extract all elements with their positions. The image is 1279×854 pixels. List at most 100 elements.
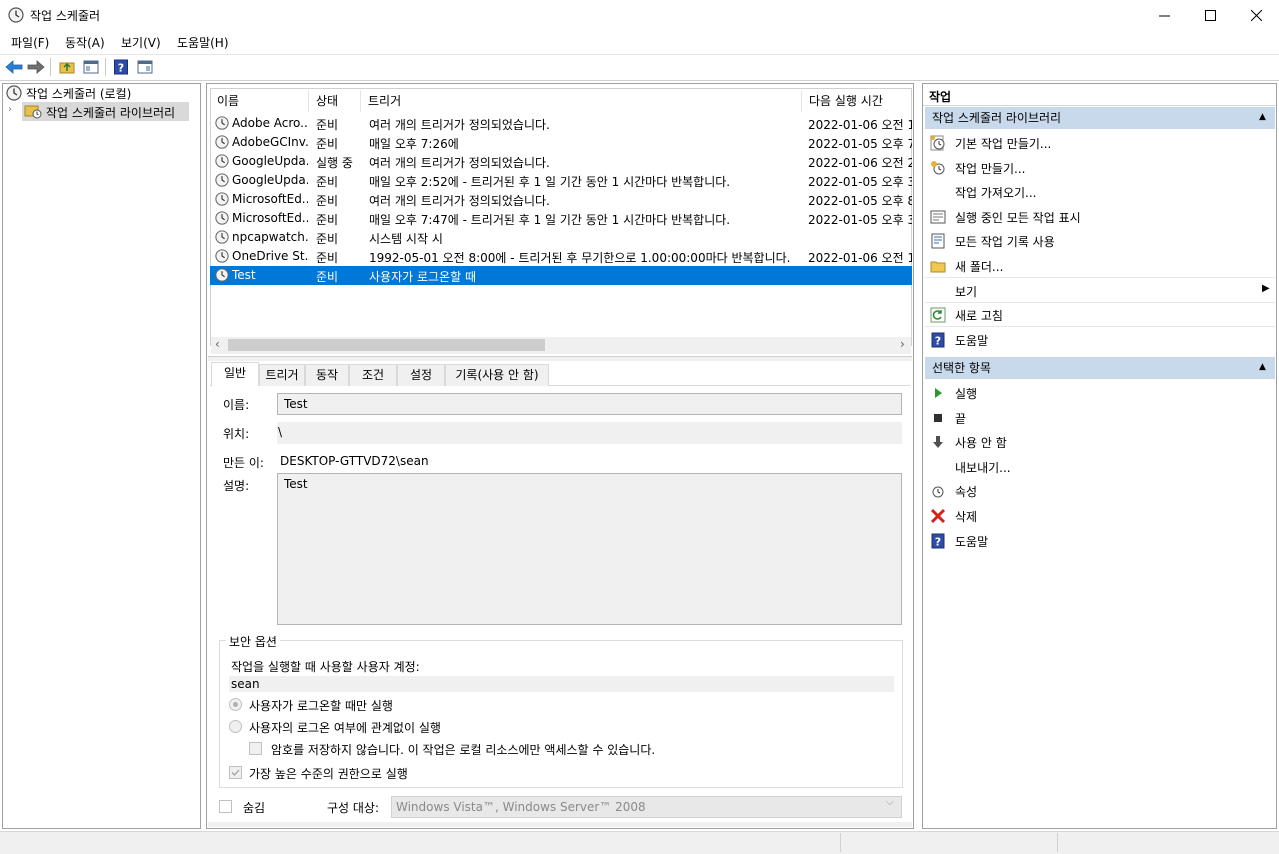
tree-root[interactable]: 작업 스케줄러 (로컬) xyxy=(26,85,131,102)
action-item[interactable]: 모든 작업 기록 사용 xyxy=(925,229,1275,253)
action-item[interactable]: 보기 xyxy=(925,279,1275,303)
tab-conditions[interactable]: 조건 xyxy=(349,364,397,386)
show-hide-tree-button[interactable] xyxy=(81,57,101,77)
task-next-run: 2022-01-06 오전 1 xyxy=(808,118,912,132)
create-task-icon xyxy=(930,160,946,176)
chevron-down-icon: ⌵ xyxy=(886,797,894,808)
folder-icon xyxy=(930,258,946,274)
task-row[interactable]: MicrosoftEd... 준비 매일 오후 7:47에 - 트리거된 후 1 일… xyxy=(210,209,912,228)
minimize-icon xyxy=(1158,15,1170,16)
hidden-checkbox[interactable] xyxy=(219,800,232,813)
action-item[interactable]: 실행 중인 모든 작업 표시 xyxy=(925,205,1275,229)
tab-actions[interactable]: 동작 xyxy=(305,364,349,386)
show-hide-action-pane-button[interactable] xyxy=(135,57,155,77)
task-next-run: 2022-01-06 오전 1 xyxy=(808,251,912,265)
action-item[interactable]: ? 도움말 xyxy=(925,529,1275,553)
task-row[interactable]: MicrosoftEd... 준비 여러 개의 트리거가 정의되었습니다. 2022-… xyxy=(210,190,912,209)
task-row[interactable]: Adobe Acro... 준비 여러 개의 트리거가 정의되었습니다. 2022-0… xyxy=(210,114,912,133)
maximize-button[interactable] xyxy=(1187,0,1233,30)
menu-file[interactable]: 파일(F) xyxy=(11,34,49,51)
menu-view[interactable]: 보기(V) xyxy=(121,34,161,51)
task-trigger: 여러 개의 트리거가 정의되었습니다. xyxy=(369,156,550,170)
column-status[interactable]: 상태 xyxy=(310,90,361,112)
task-status: 준비 xyxy=(316,232,339,246)
highest-privileges-checkbox[interactable] xyxy=(229,766,242,779)
close-button[interactable] xyxy=(1233,0,1279,30)
action-label: 실행 xyxy=(955,387,978,401)
scroll-right-icon[interactable]: › xyxy=(900,337,905,351)
action-item[interactable]: 작업 만들기... xyxy=(925,156,1275,180)
svg-text:?: ? xyxy=(935,535,941,548)
clock-icon xyxy=(215,116,229,133)
task-row[interactable]: AdobeGCInv... 준비 매일 오후 7:26에 2022-01-05 오후 … xyxy=(210,133,912,152)
action-item[interactable]: 내보내기... xyxy=(925,455,1275,479)
action-item[interactable]: 사용 안 함 xyxy=(925,430,1275,454)
scroll-left-icon[interactable]: ‹ xyxy=(215,337,220,351)
minimize-button[interactable] xyxy=(1141,0,1187,30)
task-row[interactable]: GoogleUpda... 준비 매일 오후 2:52에 - 트리거된 후 1 일 … xyxy=(210,171,912,190)
column-name[interactable]: 이름 xyxy=(211,90,309,112)
task-name: GoogleUpda... xyxy=(232,154,308,168)
back-button[interactable] xyxy=(4,57,24,77)
scrollbar-thumb[interactable] xyxy=(228,339,545,351)
help-toolbar-button[interactable]: ? xyxy=(111,57,131,77)
tab-history[interactable]: 기록(사용 안 함) xyxy=(445,364,549,386)
radio-whether-logged-on[interactable] xyxy=(229,720,242,733)
task-name: AdobeGCInv... xyxy=(232,135,308,149)
collapse-icon[interactable]: ▲ xyxy=(1259,362,1266,372)
collapse-icon[interactable]: ▲ xyxy=(1259,112,1266,122)
action-item[interactable]: 끝 xyxy=(925,406,1275,430)
up-folder-button[interactable] xyxy=(57,57,77,77)
task-trigger: 여러 개의 트리거가 정의되었습니다. xyxy=(369,118,550,132)
task-folder-icon xyxy=(24,105,42,119)
action-item[interactable]: 작업 가져오기... xyxy=(925,180,1275,204)
tab-triggers[interactable]: 트리거 xyxy=(259,364,305,386)
no-password-checkbox[interactable] xyxy=(249,742,262,755)
forward-button[interactable] xyxy=(26,57,46,77)
action-label: 사용 안 함 xyxy=(955,436,1007,451)
section-selected-header[interactable]: 선택한 항목 xyxy=(925,357,1275,379)
security-options-title: 보안 옵션 xyxy=(226,633,280,650)
menu-help[interactable]: 도움말(H) xyxy=(177,34,229,51)
svg-text:?: ? xyxy=(118,62,124,75)
action-item[interactable]: 새 폴더... xyxy=(925,254,1275,278)
task-name: npcapwatch... xyxy=(232,230,308,244)
history-icon xyxy=(930,233,946,249)
radio-logged-on-only[interactable] xyxy=(229,698,242,711)
description-field[interactable]: Test xyxy=(277,473,902,625)
tab-general[interactable]: 일반 xyxy=(211,362,259,386)
action-item[interactable]: 새로 고침 xyxy=(925,303,1275,328)
column-next-run[interactable]: 다음 실행 시간 xyxy=(803,90,911,112)
action-item[interactable]: 삭제 xyxy=(925,504,1275,528)
task-name: Adobe Acro... xyxy=(232,116,308,130)
name-field[interactable]: Test xyxy=(277,393,902,415)
properties-icon xyxy=(930,483,946,499)
action-item[interactable]: 실행 xyxy=(925,381,1275,405)
action-label: 도움말 xyxy=(955,333,989,348)
description-label: 설명: xyxy=(223,479,250,493)
radio-logged-on-only-label: 사용자가 로그온할 때만 실행 xyxy=(249,699,393,713)
submenu-arrow-icon: ▶ xyxy=(1262,283,1270,294)
task-row[interactable]: Test 준비 사용자가 로그온할 때 xyxy=(210,266,912,285)
console-tree-icon xyxy=(83,60,99,74)
task-row[interactable]: npcapwatch... 준비 시스템 시작 시 xyxy=(210,228,912,247)
task-trigger: 매일 오후 7:26에 xyxy=(369,137,459,151)
action-item[interactable]: 기본 작업 만들기... xyxy=(925,131,1275,155)
splitter[interactable] xyxy=(208,356,912,361)
chevron-right-icon[interactable]: › xyxy=(8,104,12,115)
task-row[interactable]: GoogleUpda... 실행 중 여러 개의 트리거가 정의되었습니다. 2022… xyxy=(210,152,912,171)
action-item[interactable]: ? 도움말 xyxy=(925,328,1275,352)
task-trigger: 여러 개의 트리거가 정의되었습니다. xyxy=(369,194,550,208)
menu-action[interactable]: 동작(A) xyxy=(65,34,105,51)
action-label: 끝 xyxy=(955,411,967,426)
configure-for-dropdown[interactable]: Windows Vista™, Windows Server™ 2008 xyxy=(391,796,902,818)
column-trigger[interactable]: 트리거 xyxy=(362,90,802,112)
section-library-header[interactable]: 작업 스케줄러 라이브러리 xyxy=(925,107,1275,129)
tab-settings[interactable]: 설정 xyxy=(397,364,445,386)
task-name: Test xyxy=(232,268,256,282)
close-icon xyxy=(1250,9,1262,21)
title-bar xyxy=(0,0,1279,30)
action-item[interactable]: 속성 xyxy=(925,479,1275,503)
task-row[interactable]: OneDrive St... 준비 1992-05-01 오전 8:00에 - 트리… xyxy=(210,247,912,266)
basic-task-icon xyxy=(930,135,946,151)
